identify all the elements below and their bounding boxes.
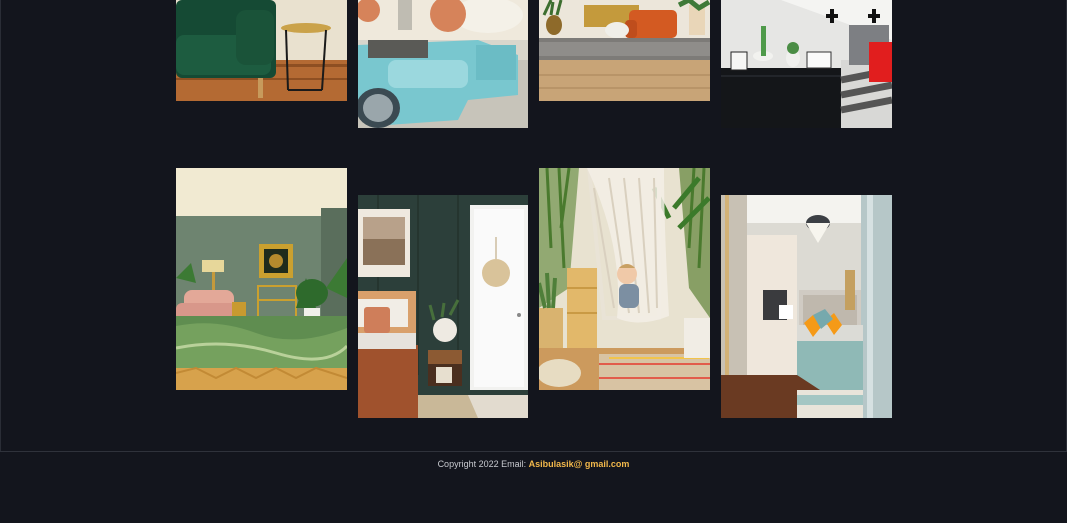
- green-velvet-sofa-photo[interactable]: [176, 0, 347, 101]
- sage-green-living-room-photo[interactable]: [176, 168, 347, 390]
- black-cabinet-bedroom-photo[interactable]: [721, 0, 892, 128]
- dark-green-bedroom-photo[interactable]: [358, 195, 528, 418]
- footer-divider: [0, 451, 1067, 452]
- narrow-bedroom-orange-pillows-photo[interactable]: [721, 195, 892, 418]
- blue-coffee-table-living-room-photo[interactable]: [358, 0, 528, 128]
- footer: Copyright 2022 Email: Asibulasik@ gmail.…: [0, 459, 1067, 469]
- copyright-text: Copyright 2022 Email:: [437, 459, 527, 469]
- macrame-hammock-child-photo[interactable]: [539, 168, 710, 390]
- orange-sofa-living-room-photo[interactable]: [539, 0, 710, 101]
- frame-border-left: [0, 0, 1, 452]
- email-link[interactable]: Asibulasik@ gmail.com: [529, 459, 630, 469]
